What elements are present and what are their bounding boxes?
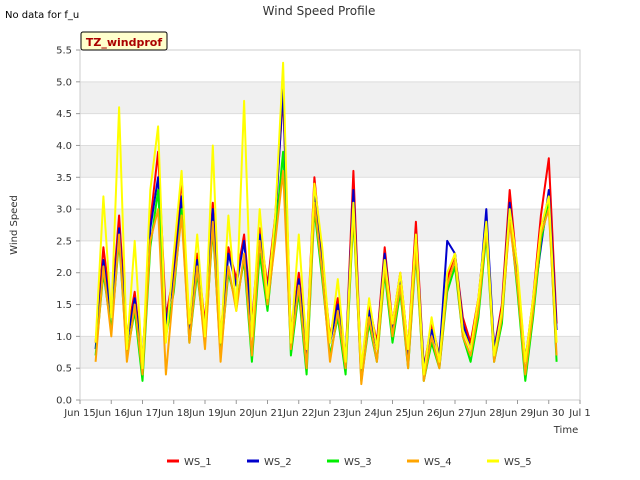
x-tick-label: Jun 23 (313, 408, 346, 419)
x-tick-label: Jun 27 (438, 408, 471, 419)
x-tick-label: Jun 17 (126, 408, 159, 419)
x-tick-label: Jun 15 (63, 408, 96, 419)
legend-label-ws_5: WS_5 (504, 457, 532, 468)
x-tick-label: Jun 22 (282, 408, 315, 419)
y-tick-label: 2.5 (56, 236, 72, 247)
x-tick-label: Jun 18 (157, 408, 190, 419)
x-tick-label: Jul 1 (568, 408, 591, 419)
grid-band (80, 81, 580, 114)
x-tick-label: Jun 26 (407, 408, 440, 419)
x-axis-label: Time (553, 425, 578, 436)
legend-label-ws_1: WS_1 (184, 457, 212, 468)
site-label-box: TZ_windprof (80, 31, 168, 51)
x-tick-label: Jun 21 (251, 408, 284, 419)
chart-title: Wind Speed Profile (263, 4, 376, 18)
legend-label-ws_4: WS_4 (424, 457, 452, 468)
y-tick-label: 3.5 (56, 173, 72, 184)
y-tick-label: 4.5 (56, 109, 72, 120)
y-tick-label: 1.5 (56, 300, 72, 311)
no-data-note: No data for f_u (5, 10, 79, 21)
legend-label-ws_2: WS_2 (264, 457, 292, 468)
x-tick-label: Jun 19 (188, 408, 221, 419)
y-tick-label: 0.0 (56, 396, 72, 407)
wind-speed-chart: Wind Speed Profile No data for f_u 0.0 0.… (5, 4, 591, 468)
x-tick-label: Jun 20 (219, 408, 252, 419)
legend: WS_1 WS_2 WS_3 WS_4 WS_5 (167, 457, 532, 468)
y-tick-label: 5.0 (56, 77, 72, 88)
site-label: TZ_windprof (86, 36, 162, 49)
y-tick-label: 0.5 (56, 364, 72, 375)
x-tick-label: Jun 28 (469, 408, 502, 419)
y-tick-label: 4.0 (56, 141, 72, 152)
x-tick-label: Jun 30 (532, 408, 565, 419)
x-tick-label: Jun 16 (94, 408, 127, 419)
y-axis-label: Wind Speed (9, 195, 20, 255)
x-tick-label: Jun 24 (344, 408, 377, 419)
y-tick-label: 2.0 (56, 268, 72, 279)
y-tick-label: 3.0 (56, 205, 72, 216)
x-tick-label: Jun 29 (501, 408, 534, 419)
y-tick-label: 1.0 (56, 332, 72, 343)
x-tick-label: Jun 25 (376, 408, 409, 419)
legend-label-ws_3: WS_3 (344, 457, 372, 468)
y-tick-label: 5.5 (56, 46, 72, 57)
